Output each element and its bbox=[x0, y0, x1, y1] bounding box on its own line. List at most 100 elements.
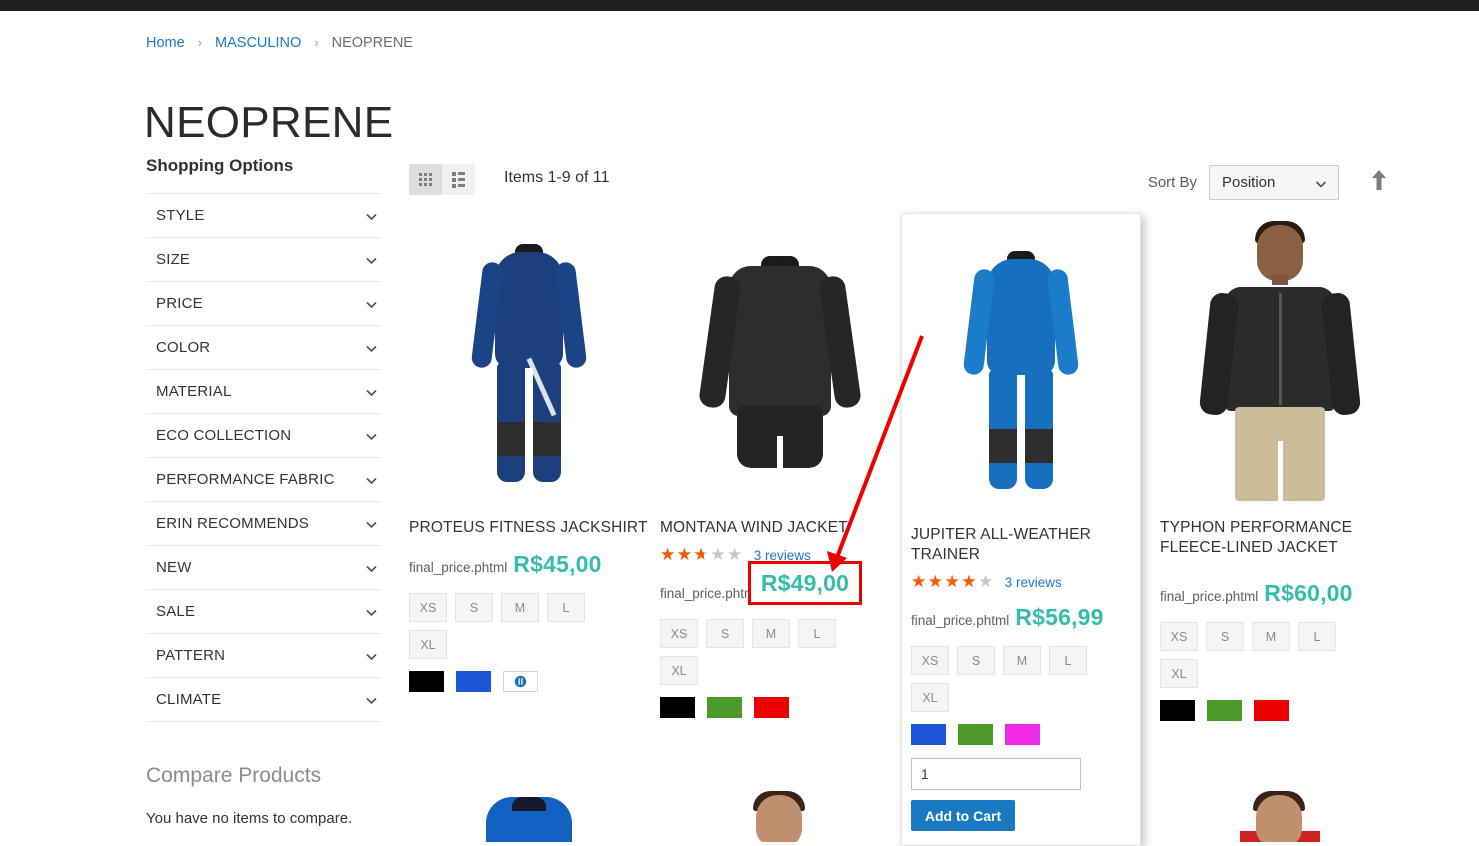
size-swatch-xs[interactable]: XS bbox=[1160, 622, 1198, 651]
grid-view-icon[interactable] bbox=[409, 164, 442, 195]
breadcrumb-masculino[interactable]: MASCULINO bbox=[215, 35, 301, 51]
sidebar: Shopping Options STYLE SIZE PRICE COLOR … bbox=[146, 156, 381, 827]
reviews-link[interactable]: 3 reviews bbox=[1005, 575, 1062, 590]
filter-label: PRICE bbox=[156, 295, 203, 312]
size-swatches: XS S M L XL bbox=[409, 593, 624, 659]
size-swatch-m[interactable]: M bbox=[501, 593, 539, 622]
breadcrumb-home[interactable]: Home bbox=[146, 35, 185, 51]
product-card-row2[interactable] bbox=[1160, 791, 1400, 842]
filter-label: PATTERN bbox=[156, 647, 226, 664]
chevron-down-icon bbox=[364, 429, 379, 444]
color-swatch-magenta[interactable] bbox=[1005, 724, 1040, 745]
filter-item-climate[interactable]: CLIMATE bbox=[146, 678, 381, 722]
filter-item-erin-recommends[interactable]: ERIN RECOMMENDS bbox=[146, 502, 381, 546]
size-swatch-m[interactable]: M bbox=[1252, 622, 1290, 651]
chevron-down-icon bbox=[364, 297, 379, 312]
color-swatch-broken-image-icon[interactable] bbox=[503, 671, 538, 692]
add-to-cart-button[interactable]: Add to Cart bbox=[911, 800, 1015, 831]
color-swatch-red[interactable] bbox=[1254, 700, 1289, 721]
filter-item-new[interactable]: NEW bbox=[146, 546, 381, 590]
filter-item-price[interactable]: PRICE bbox=[146, 282, 381, 326]
color-swatch-blue[interactable] bbox=[456, 671, 491, 692]
product-price-row: final_price.phtml R$60,00 bbox=[1160, 580, 1400, 607]
filter-item-material[interactable]: MATERIAL bbox=[146, 370, 381, 414]
product-image-montana-wind-jacket[interactable] bbox=[660, 216, 900, 506]
item-count: Items 1-9 of 11 bbox=[504, 169, 610, 186]
color-swatch-green[interactable] bbox=[1207, 700, 1242, 721]
color-swatch-blue[interactable] bbox=[911, 724, 946, 745]
size-swatch-l[interactable]: L bbox=[798, 619, 836, 648]
size-swatch-m[interactable]: M bbox=[752, 619, 790, 648]
filter-item-color[interactable]: COLOR bbox=[146, 326, 381, 370]
male-model-illustration bbox=[1195, 221, 1365, 501]
filter-item-sale[interactable]: SALE bbox=[146, 590, 381, 634]
size-swatch-s[interactable]: S bbox=[706, 619, 744, 648]
filter-item-style[interactable]: STYLE bbox=[146, 194, 381, 238]
breadcrumb-separator-2: › bbox=[314, 35, 319, 50]
filter-item-pattern[interactable]: PATTERN bbox=[146, 634, 381, 678]
list-view-icon[interactable] bbox=[442, 164, 475, 195]
sort-direction-arrow-up-icon[interactable] bbox=[1371, 169, 1387, 191]
product-card[interactable]: TYPHON PERFORMANCE FLEECE-LINED JACKET f… bbox=[1160, 216, 1400, 721]
size-swatch-l[interactable]: L bbox=[1049, 646, 1087, 675]
color-swatch-green[interactable] bbox=[707, 697, 742, 718]
product-name[interactable]: TYPHON PERFORMANCE FLEECE-LINED JACKET bbox=[1160, 518, 1400, 558]
size-swatch-l[interactable]: L bbox=[1298, 622, 1336, 651]
quantity-input[interactable] bbox=[911, 758, 1081, 790]
size-swatch-s[interactable]: S bbox=[455, 593, 493, 622]
product-card[interactable]: PROTEUS FITNESS JACKSHIRT final_price.ph… bbox=[409, 216, 649, 692]
star-rating-icon: ★★★★★ ★★★★★ bbox=[660, 544, 744, 565]
breadcrumb: Home › MASCULINO › NEOPRENE bbox=[146, 33, 413, 53]
product-name[interactable]: PROTEUS FITNESS JACKSHIRT bbox=[409, 518, 649, 538]
product-price: R$45,00 bbox=[513, 551, 602, 577]
product-name[interactable]: MONTANA WIND JACKET bbox=[660, 518, 900, 538]
chevron-down-icon bbox=[364, 209, 379, 224]
product-card-row2[interactable] bbox=[660, 791, 900, 842]
size-swatch-s[interactable]: S bbox=[957, 646, 995, 675]
chevron-down-icon bbox=[1314, 177, 1328, 195]
compare-products-empty-message: You have no items to compare. bbox=[146, 810, 353, 827]
size-swatch-xl[interactable]: XL bbox=[409, 630, 447, 659]
blue-womens-wetsuit-illustration bbox=[961, 243, 1081, 493]
product-image-jupiter-all-weather-trainer[interactable] bbox=[911, 223, 1131, 513]
product-card-row2[interactable] bbox=[409, 791, 649, 842]
color-swatches bbox=[911, 724, 1131, 745]
chevron-down-icon bbox=[364, 517, 379, 532]
size-swatch-s[interactable]: S bbox=[1206, 622, 1244, 651]
size-swatches: XS S M L XL bbox=[1160, 622, 1375, 688]
color-swatch-black[interactable] bbox=[409, 671, 444, 692]
blue-wetsuit-top-illustration bbox=[486, 797, 572, 842]
male-model-red-illustration bbox=[1240, 791, 1320, 842]
product-image-proteus-fitness-jackshirt[interactable] bbox=[409, 216, 649, 506]
size-swatch-xs[interactable]: XS bbox=[660, 619, 698, 648]
size-swatch-m[interactable]: M bbox=[1003, 646, 1041, 675]
broken-image-icon bbox=[514, 675, 527, 688]
size-swatch-xl[interactable]: XL bbox=[660, 656, 698, 685]
compare-products-title: Compare Products bbox=[146, 764, 322, 787]
filter-item-performance-fabric[interactable]: PERFORMANCE FABRIC bbox=[146, 458, 381, 502]
sort-by-select[interactable]: Position bbox=[1209, 165, 1339, 200]
size-swatch-xl[interactable]: XL bbox=[1160, 659, 1198, 688]
size-swatch-l[interactable]: L bbox=[547, 593, 585, 622]
product-card-hovered[interactable]: JUPITER ALL-WEATHER TRAINER ★★★★★ ★★★★★ … bbox=[901, 213, 1141, 846]
product-card[interactable]: MONTANA WIND JACKET ★★★★★ ★★★★★ 3 review… bbox=[660, 216, 900, 718]
product-rating: ★★★★★ ★★★★★ 3 reviews bbox=[911, 573, 1131, 591]
product-name[interactable]: JUPITER ALL-WEATHER TRAINER bbox=[911, 525, 1131, 565]
color-swatches bbox=[660, 697, 900, 718]
size-swatch-xl[interactable]: XL bbox=[911, 683, 949, 712]
color-swatch-red[interactable] bbox=[754, 697, 789, 718]
product-image-typhon-performance-fleece-lined-jacket[interactable] bbox=[1160, 216, 1400, 506]
size-swatch-xs[interactable]: XS bbox=[409, 593, 447, 622]
product-price-row: final_price.phtml R$45,00 bbox=[409, 551, 649, 578]
filter-label: COLOR bbox=[156, 339, 211, 356]
color-swatch-black[interactable] bbox=[660, 697, 695, 718]
filter-item-size[interactable]: SIZE bbox=[146, 238, 381, 282]
chevron-down-icon bbox=[364, 385, 379, 400]
color-swatches bbox=[409, 671, 649, 692]
size-swatch-xs[interactable]: XS bbox=[911, 646, 949, 675]
chevron-down-icon bbox=[364, 561, 379, 576]
color-swatch-black[interactable] bbox=[1160, 700, 1195, 721]
color-swatch-green[interactable] bbox=[958, 724, 993, 745]
filter-item-eco-collection[interactable]: ECO COLLECTION bbox=[146, 414, 381, 458]
chevron-down-icon bbox=[364, 341, 379, 356]
